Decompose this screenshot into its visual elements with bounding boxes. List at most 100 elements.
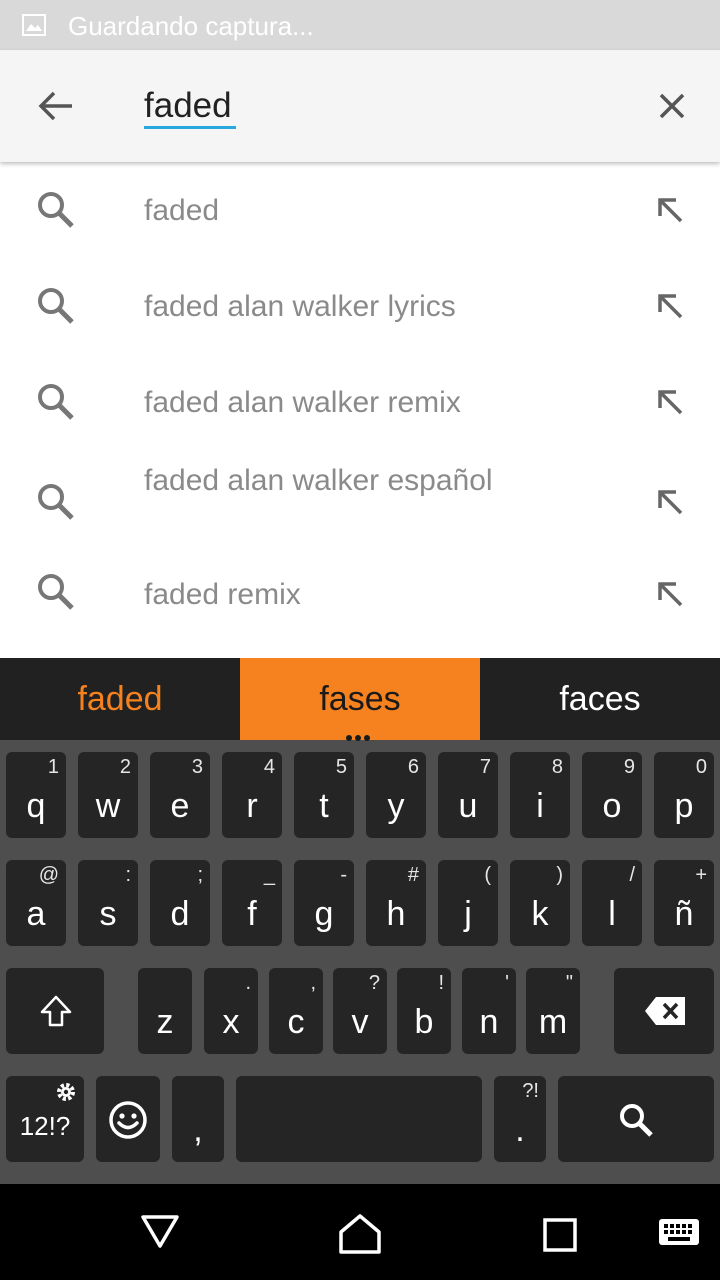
key-label: b [414,1003,434,1041]
key-hint: ? [368,972,380,994]
key-label: x [222,1003,240,1041]
key-label: n [479,1003,499,1041]
key-d[interactable]: ; d [150,860,210,946]
search-action-key[interactable] [558,1076,714,1162]
key-hint: @ [38,864,59,886]
key-hint: 6 [407,756,419,778]
suggestion-item[interactable]: faded alan walker remix [0,354,720,450]
suggestion-text: faded alan walker español [144,464,493,497]
key-label: e [170,787,190,825]
arrow-left-icon[interactable] [32,82,80,130]
shift-key[interactable] [6,968,104,1054]
suggestion-item[interactable]: faded alan walker español [0,450,720,550]
key-label: , [193,1111,203,1149]
search-bar: faded [0,50,720,162]
key-label: z [156,1003,174,1041]
key-hint: 2 [119,756,131,778]
key-o[interactable]: 9o [582,752,642,838]
arrow-up-left-icon[interactable] [648,284,692,328]
key-label: h [386,895,406,933]
key-c[interactable]: ,c [269,968,323,1054]
key-label: p [674,787,694,825]
key-hint: ( [484,864,491,886]
key-v[interactable]: ? v [333,968,387,1054]
close-icon[interactable] [648,82,696,130]
emoji-key[interactable] [96,1076,160,1162]
key-y[interactable]: 6y [366,752,426,838]
key-u[interactable]: 7u [438,752,498,838]
keyboard: faded fases faces 1q 2w 3e 4r 5t 6y 7u 8… [0,658,720,1184]
key-n-tilde[interactable]: + ñ [654,860,714,946]
key-label: d [170,895,190,933]
search-input[interactable]: faded [144,86,232,126]
keyboard-icon[interactable] [658,1218,700,1246]
key-label: v [351,1003,369,1041]
key-j[interactable]: (j [438,860,498,946]
key-f[interactable]: _ f [222,860,282,946]
key-period[interactable]: ?!. [494,1076,546,1162]
emoji-icon [109,1101,147,1139]
suggestion-item[interactable]: faded alan walker lyrics [0,258,720,354]
candidate-1[interactable]: faded [0,658,240,740]
key-x[interactable]: .x [204,968,258,1054]
backspace-key[interactable] [614,968,714,1054]
key-k[interactable]: ) k [510,860,570,946]
square-recents-icon[interactable] [542,1217,578,1253]
key-hint: 4 [263,756,275,778]
home-icon[interactable] [338,1212,382,1256]
key-label: j [464,895,472,933]
arrow-up-left-icon[interactable] [648,480,692,524]
key-hint: ' [505,972,509,994]
key-t[interactable]: 5t [294,752,354,838]
triangle-back-icon[interactable] [140,1214,180,1250]
key-label: m [538,1003,568,1041]
key-label: f [247,895,257,933]
key-n[interactable]: ' n [462,968,516,1054]
key-s[interactable]: :s [78,860,138,946]
key-label: g [314,895,334,933]
key-h[interactable]: # h [366,860,426,946]
key-hint: - [340,864,347,886]
composing-underline [144,126,236,129]
key-m[interactable]: " m [526,968,580,1054]
key-hint: 5 [335,756,347,778]
key-comma[interactable]: , [172,1076,224,1162]
key-label: o [602,787,622,825]
key-r[interactable]: 4r [222,752,282,838]
key-label: q [26,787,46,825]
space-key[interactable] [236,1076,482,1162]
key-hint: / [629,864,635,886]
candidate-3[interactable]: faces [480,658,720,740]
navigation-bar [0,1184,720,1280]
key-q[interactable]: 1q [6,752,66,838]
suggestion-item[interactable]: faded remix [0,546,720,642]
arrow-up-left-icon[interactable] [648,572,692,616]
status-text: Guardando captura... [68,11,314,41]
key-label: s [99,895,117,933]
key-hint: ?! [522,1080,539,1102]
key-label: ñ [674,895,694,933]
key-w[interactable]: 2w [78,752,138,838]
more-candidates-indicator[interactable] [346,728,374,741]
key-b[interactable]: ! b [397,968,451,1054]
suggestion-item[interactable]: faded [0,162,720,258]
key-hint: 3 [191,756,203,778]
key-g[interactable]: -g [294,860,354,946]
arrow-up-left-icon[interactable] [648,188,692,232]
key-a[interactable]: @ a [6,860,66,946]
arrow-up-left-icon[interactable] [648,380,692,424]
key-hint: 7 [479,756,491,778]
key-l[interactable]: / l [582,860,642,946]
symbols-key[interactable]: 12!? [6,1076,84,1162]
key-i[interactable]: 8i [510,752,570,838]
key-hint: ; [197,864,203,886]
key-hint: + [695,864,707,886]
key-label: a [26,895,46,933]
key-p[interactable]: 0p [654,752,714,838]
key-z[interactable]: z [138,968,192,1054]
status-bar: Guardando captura... [0,0,720,50]
shift-icon [40,995,72,1027]
key-label: 12!? [19,1111,71,1141]
key-e[interactable]: 3e [150,752,210,838]
key-hint: ! [438,972,444,994]
